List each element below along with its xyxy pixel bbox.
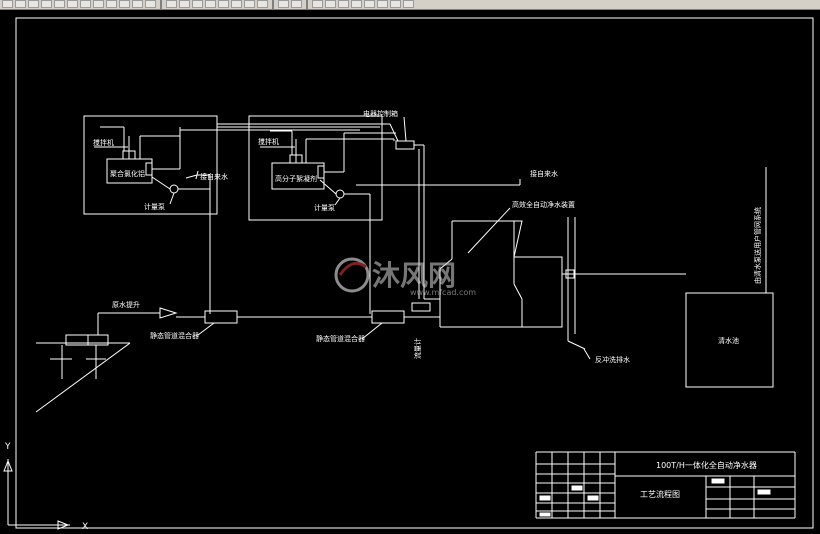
markup-icon[interactable] bbox=[278, 0, 289, 8]
redo-icon[interactable] bbox=[145, 0, 156, 8]
layer-state-icon[interactable] bbox=[325, 0, 336, 8]
drawing-canvas: 电器控制箱 搅拌机 聚合氯化铝 计量泵 接自来水 搅拌机 高分子絮凝剂 计量泵 … bbox=[3, 17, 814, 532]
label-purifier: 高效全自动净水装置 bbox=[512, 200, 575, 209]
toolbar-separator bbox=[272, 0, 274, 9]
tool-palettes-icon[interactable] bbox=[244, 0, 255, 8]
calc-icon[interactable] bbox=[291, 0, 302, 8]
label-doser-2: 搅拌机 bbox=[258, 137, 279, 146]
layer-icon[interactable] bbox=[312, 0, 323, 8]
label-raw-pump: 原水提升 bbox=[112, 300, 140, 309]
ucs-x-label: X bbox=[82, 522, 88, 532]
zoom-window-icon[interactable] bbox=[192, 0, 203, 8]
label-backwash: 反冲洗排水 bbox=[595, 355, 630, 364]
label-clear-pool: 清水池 bbox=[718, 336, 739, 345]
preview-icon[interactable] bbox=[54, 0, 65, 8]
help-icon[interactable] bbox=[403, 0, 414, 8]
copy-icon[interactable] bbox=[93, 0, 104, 8]
raw-water-line bbox=[35, 302, 440, 413]
toolbar-separator bbox=[160, 0, 162, 9]
linetype-icon[interactable] bbox=[364, 0, 375, 8]
label-meter-1: 计量泵 bbox=[144, 202, 165, 211]
zoom-realtime-icon[interactable] bbox=[179, 0, 190, 8]
label-tank-2: 高分子絮凝剂 bbox=[275, 174, 317, 183]
design-center-icon[interactable] bbox=[231, 0, 242, 8]
print-icon[interactable] bbox=[41, 0, 52, 8]
label-tank-1: 聚合氯化铝 bbox=[110, 169, 145, 178]
tap-water-lines bbox=[185, 170, 521, 186]
title-block-project: 100T/H一体化全自动净水器 bbox=[656, 460, 757, 470]
label-mixer-1: 静态管道混合器 bbox=[150, 331, 199, 340]
new-icon[interactable] bbox=[2, 0, 13, 8]
label-mixer-2: 静态管道混合器 bbox=[316, 334, 365, 343]
layer-prev-icon[interactable] bbox=[338, 0, 349, 8]
title-block-drawing-name: 工艺流程图 bbox=[640, 489, 680, 499]
watermark-url: www.mfcad.com bbox=[410, 288, 476, 297]
pan-icon[interactable] bbox=[166, 0, 177, 8]
match-icon[interactable] bbox=[119, 0, 130, 8]
label-flow-meter: 流量计 bbox=[413, 338, 422, 359]
label-electric-cabinet: 电器控制箱 bbox=[363, 109, 398, 118]
open-icon[interactable] bbox=[15, 0, 26, 8]
undo-icon[interactable] bbox=[132, 0, 143, 8]
lineweight-icon[interactable] bbox=[377, 0, 388, 8]
watermark: 沐风网 www.mfcad.com bbox=[334, 257, 476, 297]
toolbar-separator bbox=[306, 0, 308, 9]
label-meter-2: 计量泵 bbox=[314, 203, 335, 212]
ucs-y-label: Y bbox=[4, 442, 11, 452]
publish-icon[interactable] bbox=[67, 0, 78, 8]
color-icon[interactable] bbox=[351, 0, 362, 8]
cut-icon[interactable] bbox=[80, 0, 91, 8]
label-to-user: 由清水泵送用户管网系统 bbox=[753, 207, 762, 284]
diagram-labels: 电器控制箱 搅拌机 聚合氯化铝 计量泵 接自来水 搅拌机 高分子絮凝剂 计量泵 … bbox=[93, 109, 762, 364]
plot-style-icon[interactable] bbox=[390, 0, 401, 8]
purifier-unit bbox=[424, 217, 686, 350]
zoom-previous-icon[interactable] bbox=[205, 0, 216, 8]
sheet-set-icon[interactable] bbox=[257, 0, 268, 8]
ucs-icon bbox=[3, 459, 70, 530]
label-tap-water-1: 接自来水 bbox=[200, 172, 228, 181]
save-icon[interactable] bbox=[28, 0, 39, 8]
properties-icon[interactable] bbox=[218, 0, 229, 8]
label-tap-water-2: 接自来水 bbox=[530, 169, 558, 178]
label-doser-1: 搅拌机 bbox=[93, 138, 114, 147]
paste-icon[interactable] bbox=[106, 0, 117, 8]
